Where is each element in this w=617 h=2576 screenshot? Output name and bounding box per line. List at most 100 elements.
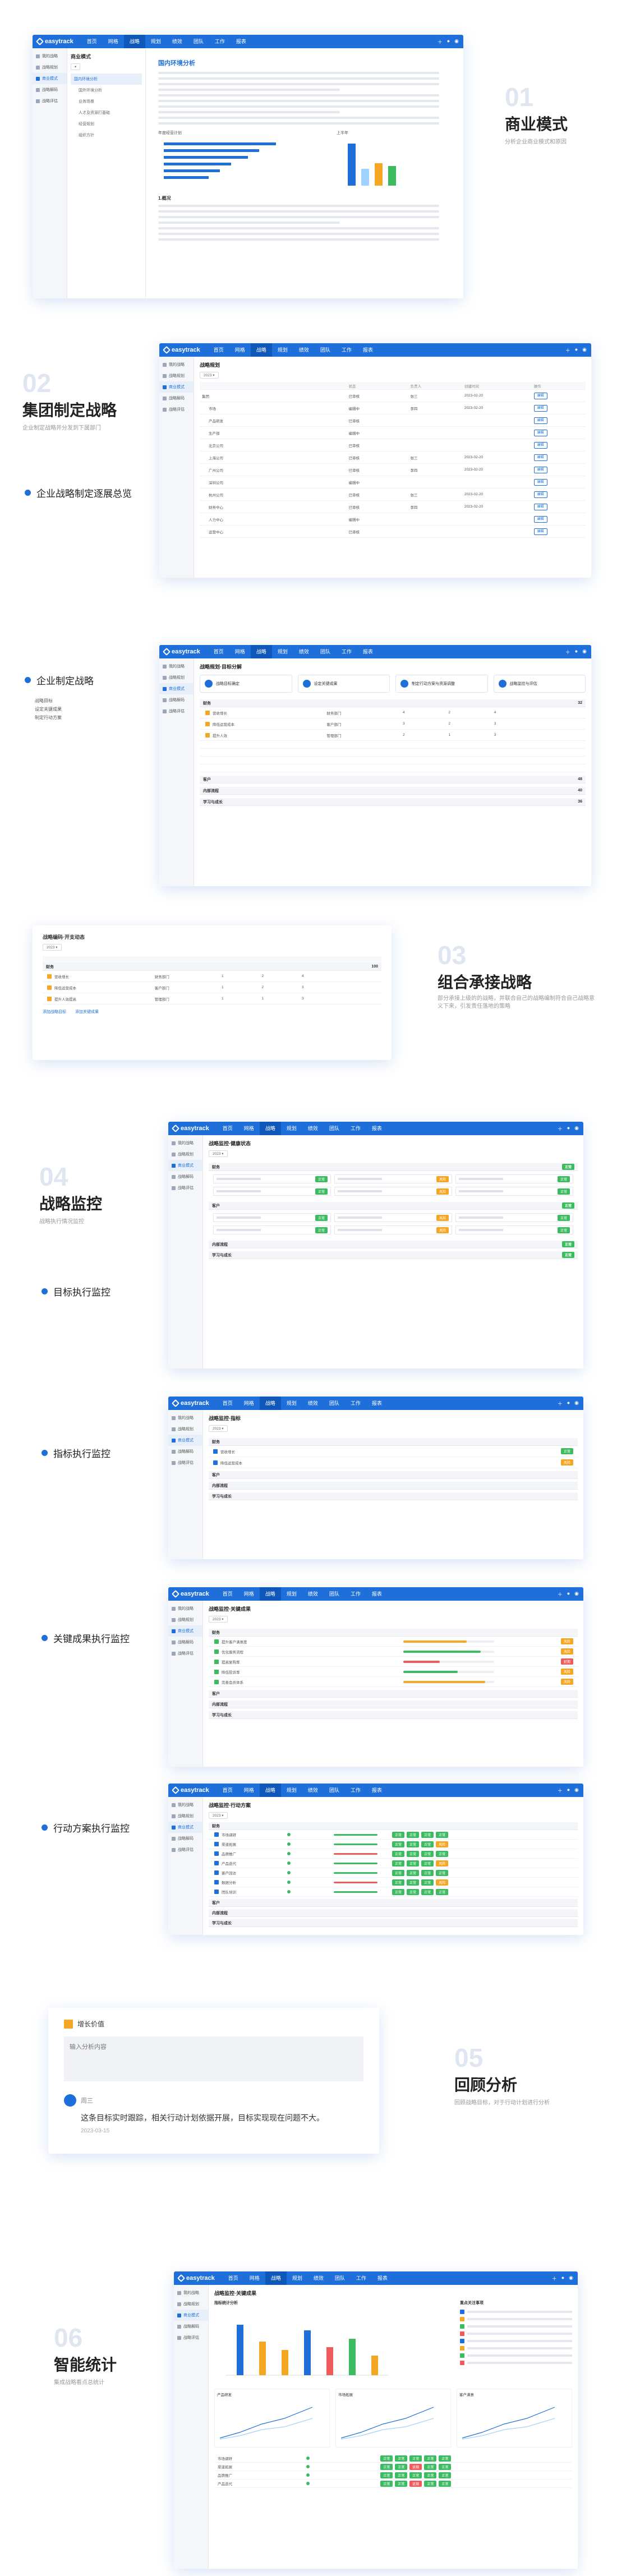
sidebar-item-4[interactable]: 战略评估 bbox=[168, 1457, 202, 1468]
nav-item-6[interactable]: 工作 bbox=[336, 343, 357, 357]
nav-item-5[interactable]: 团队 bbox=[324, 1397, 345, 1410]
goal-row[interactable]: 降低运营成本 客户部门 1 2 3 bbox=[43, 982, 381, 993]
goal-row[interactable]: 提升人效 管理部门 2 1 3 bbox=[200, 730, 586, 741]
table-row[interactable]: 产品迭代 正常 正常 延期 正常 正常 bbox=[214, 2480, 572, 2488]
sidebar-item-2[interactable]: 商业模式 bbox=[168, 1160, 202, 1171]
kr-row[interactable]: 优化服务流程 风险 bbox=[209, 1647, 578, 1657]
nav-item-4[interactable]: 绩效 bbox=[293, 343, 315, 357]
nav-item-7[interactable]: 报表 bbox=[231, 35, 252, 48]
nav-item-7[interactable]: 报表 bbox=[366, 1587, 388, 1601]
focus-item[interactable] bbox=[460, 2322, 572, 2330]
edit-button[interactable]: 编辑 bbox=[533, 429, 547, 436]
nav-item-5[interactable]: 团队 bbox=[324, 1784, 345, 1797]
tree-item[interactable]: 业务场景 bbox=[71, 96, 142, 107]
nav-item-3[interactable]: 规划 bbox=[272, 343, 293, 357]
health-card[interactable]: 正常 bbox=[213, 1174, 331, 1183]
nav-item-1[interactable]: 网格 bbox=[238, 1397, 260, 1410]
edit-button[interactable]: 编辑 bbox=[533, 392, 547, 399]
action-row[interactable]: 市场调研 正常 正常 正常 正常 bbox=[209, 1830, 578, 1840]
sidebar-item-1[interactable]: 战略规划 bbox=[159, 370, 194, 381]
sidebar-item-0[interactable]: 我的战略 bbox=[168, 1603, 202, 1614]
nav-item-6[interactable]: 工作 bbox=[351, 2271, 372, 2285]
sidebar-item-1[interactable]: 战略规划 bbox=[33, 62, 67, 73]
sidebar-item-2[interactable]: 商业模式 bbox=[159, 683, 194, 694]
kr-row[interactable]: 完善会员体系 风险 bbox=[209, 1677, 578, 1687]
sidebar-item-3[interactable]: 战略解码 bbox=[33, 84, 67, 95]
health-group[interactable]: 客户 正常 bbox=[209, 1202, 578, 1210]
tree-item[interactable]: 国内环境分析 bbox=[71, 73, 142, 85]
nav-item-1[interactable]: 网格 bbox=[244, 2271, 265, 2285]
sidebar-item-0[interactable]: 我的战略 bbox=[168, 1799, 202, 1810]
nav-item-0[interactable]: 首页 bbox=[217, 1122, 238, 1135]
plus-icon[interactable]: ＋ bbox=[558, 1787, 563, 1794]
goal-group[interactable]: 学习与成长 36 bbox=[200, 798, 586, 806]
nav-item-5[interactable]: 团队 bbox=[324, 1122, 345, 1135]
tree-item[interactable]: 人才及资源打基础 bbox=[71, 107, 142, 118]
tree-item[interactable]: 国外环境分析 bbox=[71, 85, 142, 96]
sidebar-item-0[interactable]: 我的战略 bbox=[168, 1412, 202, 1423]
nav-item-1[interactable]: 网格 bbox=[229, 645, 251, 658]
nav-item-2[interactable]: 战略 bbox=[123, 35, 145, 48]
plus-icon[interactable]: ＋ bbox=[565, 347, 570, 354]
sidebar-item-0[interactable]: 我的战略 bbox=[174, 2287, 208, 2298]
health-card[interactable]: 风险 bbox=[334, 1187, 452, 1196]
nav-item-0[interactable]: 首页 bbox=[217, 1784, 238, 1797]
health-card[interactable]: 风险 bbox=[334, 1225, 452, 1234]
indicator-group[interactable]: 客户 bbox=[209, 1471, 578, 1479]
step-card[interactable]: 战略监控与评估 bbox=[493, 675, 586, 693]
indicator-group[interactable]: 学习与成长 bbox=[209, 1492, 578, 1500]
nav-item-6[interactable]: 工作 bbox=[336, 645, 357, 658]
health-group[interactable]: 财务 正常 bbox=[209, 1163, 578, 1171]
indicator-group[interactable]: 财务 bbox=[209, 1438, 578, 1446]
focus-item[interactable] bbox=[460, 2315, 572, 2322]
nav-item-5[interactable]: 团队 bbox=[188, 35, 209, 48]
nav-item-3[interactable]: 规划 bbox=[281, 1784, 302, 1797]
nav-item-3[interactable]: 规划 bbox=[272, 645, 293, 658]
nav-item-0[interactable]: 首页 bbox=[81, 35, 103, 48]
sidebar-item-1[interactable]: 战略规划 bbox=[159, 672, 194, 683]
bell-icon[interactable]: ● bbox=[567, 1400, 570, 1407]
health-group[interactable]: 学习与成长 正常 bbox=[209, 1251, 578, 1259]
nav-item-3[interactable]: 规划 bbox=[145, 35, 167, 48]
nav-item-7[interactable]: 报表 bbox=[357, 343, 379, 357]
avatar[interactable]: ◉ bbox=[582, 648, 587, 656]
nav-item-2[interactable]: 战略 bbox=[265, 2271, 287, 2285]
nav-item-1[interactable]: 网格 bbox=[103, 35, 124, 48]
indicator-row[interactable]: 降低运营成本 风险 bbox=[209, 1457, 578, 1468]
plus-icon[interactable]: ＋ bbox=[558, 1400, 563, 1407]
nav-item-2[interactable]: 战略 bbox=[250, 343, 272, 357]
health-card[interactable]: 正常 bbox=[455, 1187, 573, 1196]
nav-item-6[interactable]: 工作 bbox=[345, 1784, 366, 1797]
health-card[interactable]: 风险 bbox=[334, 1213, 452, 1222]
plus-icon[interactable]: ＋ bbox=[558, 1591, 563, 1598]
sidebar-item-4[interactable]: 战略评估 bbox=[33, 95, 67, 107]
nav-item-3[interactable]: 规划 bbox=[281, 1587, 302, 1601]
nav-item-6[interactable]: 工作 bbox=[345, 1397, 366, 1410]
sidebar-item-2[interactable]: 商业模式 bbox=[174, 2310, 208, 2321]
kr-row[interactable]: 提升客户满意度 风险 bbox=[209, 1637, 578, 1647]
nav-item-1[interactable]: 网格 bbox=[229, 343, 251, 357]
nav-item-7[interactable]: 报表 bbox=[372, 2271, 393, 2285]
nav-item-4[interactable]: 绩效 bbox=[302, 1397, 324, 1410]
edit-button[interactable]: 编辑 bbox=[533, 466, 547, 473]
action-row[interactable]: 团队培训 正常 正常 正常 正常 bbox=[209, 1887, 578, 1897]
edit-button[interactable]: 编辑 bbox=[533, 491, 547, 498]
table-row[interactable]: 品牌推广 正常 正常 正常 正常 正常 bbox=[214, 2471, 572, 2480]
sidebar-item-1[interactable]: 战略规划 bbox=[168, 1423, 202, 1435]
step-card[interactable]: 战略目标确定 bbox=[200, 675, 292, 693]
nav-item-3[interactable]: 规划 bbox=[287, 2271, 308, 2285]
plus-icon[interactable]: ＋ bbox=[552, 2275, 557, 2282]
nav-item-2[interactable]: 战略 bbox=[250, 645, 272, 658]
avatar[interactable]: ◉ bbox=[574, 1125, 579, 1132]
health-card[interactable]: 正常 bbox=[455, 1174, 573, 1183]
bell-icon[interactable]: ● bbox=[567, 1591, 570, 1598]
nav-item-2[interactable]: 战略 bbox=[259, 1587, 281, 1601]
action-group[interactable]: 学习与成长 bbox=[209, 1919, 578, 1927]
nav-item-5[interactable]: 团队 bbox=[315, 645, 336, 658]
health-group[interactable]: 内部流程 正常 bbox=[209, 1241, 578, 1248]
sidebar-item-4[interactable]: 战略评估 bbox=[168, 1648, 202, 1659]
action-row[interactable]: 客户回访 正常 正常 正常 正常 bbox=[209, 1868, 578, 1878]
year-select[interactable]: 2023 ▾ bbox=[209, 1616, 228, 1623]
sidebar-item-1[interactable]: 战略规划 bbox=[174, 2298, 208, 2310]
nav-item-7[interactable]: 报表 bbox=[366, 1397, 388, 1410]
